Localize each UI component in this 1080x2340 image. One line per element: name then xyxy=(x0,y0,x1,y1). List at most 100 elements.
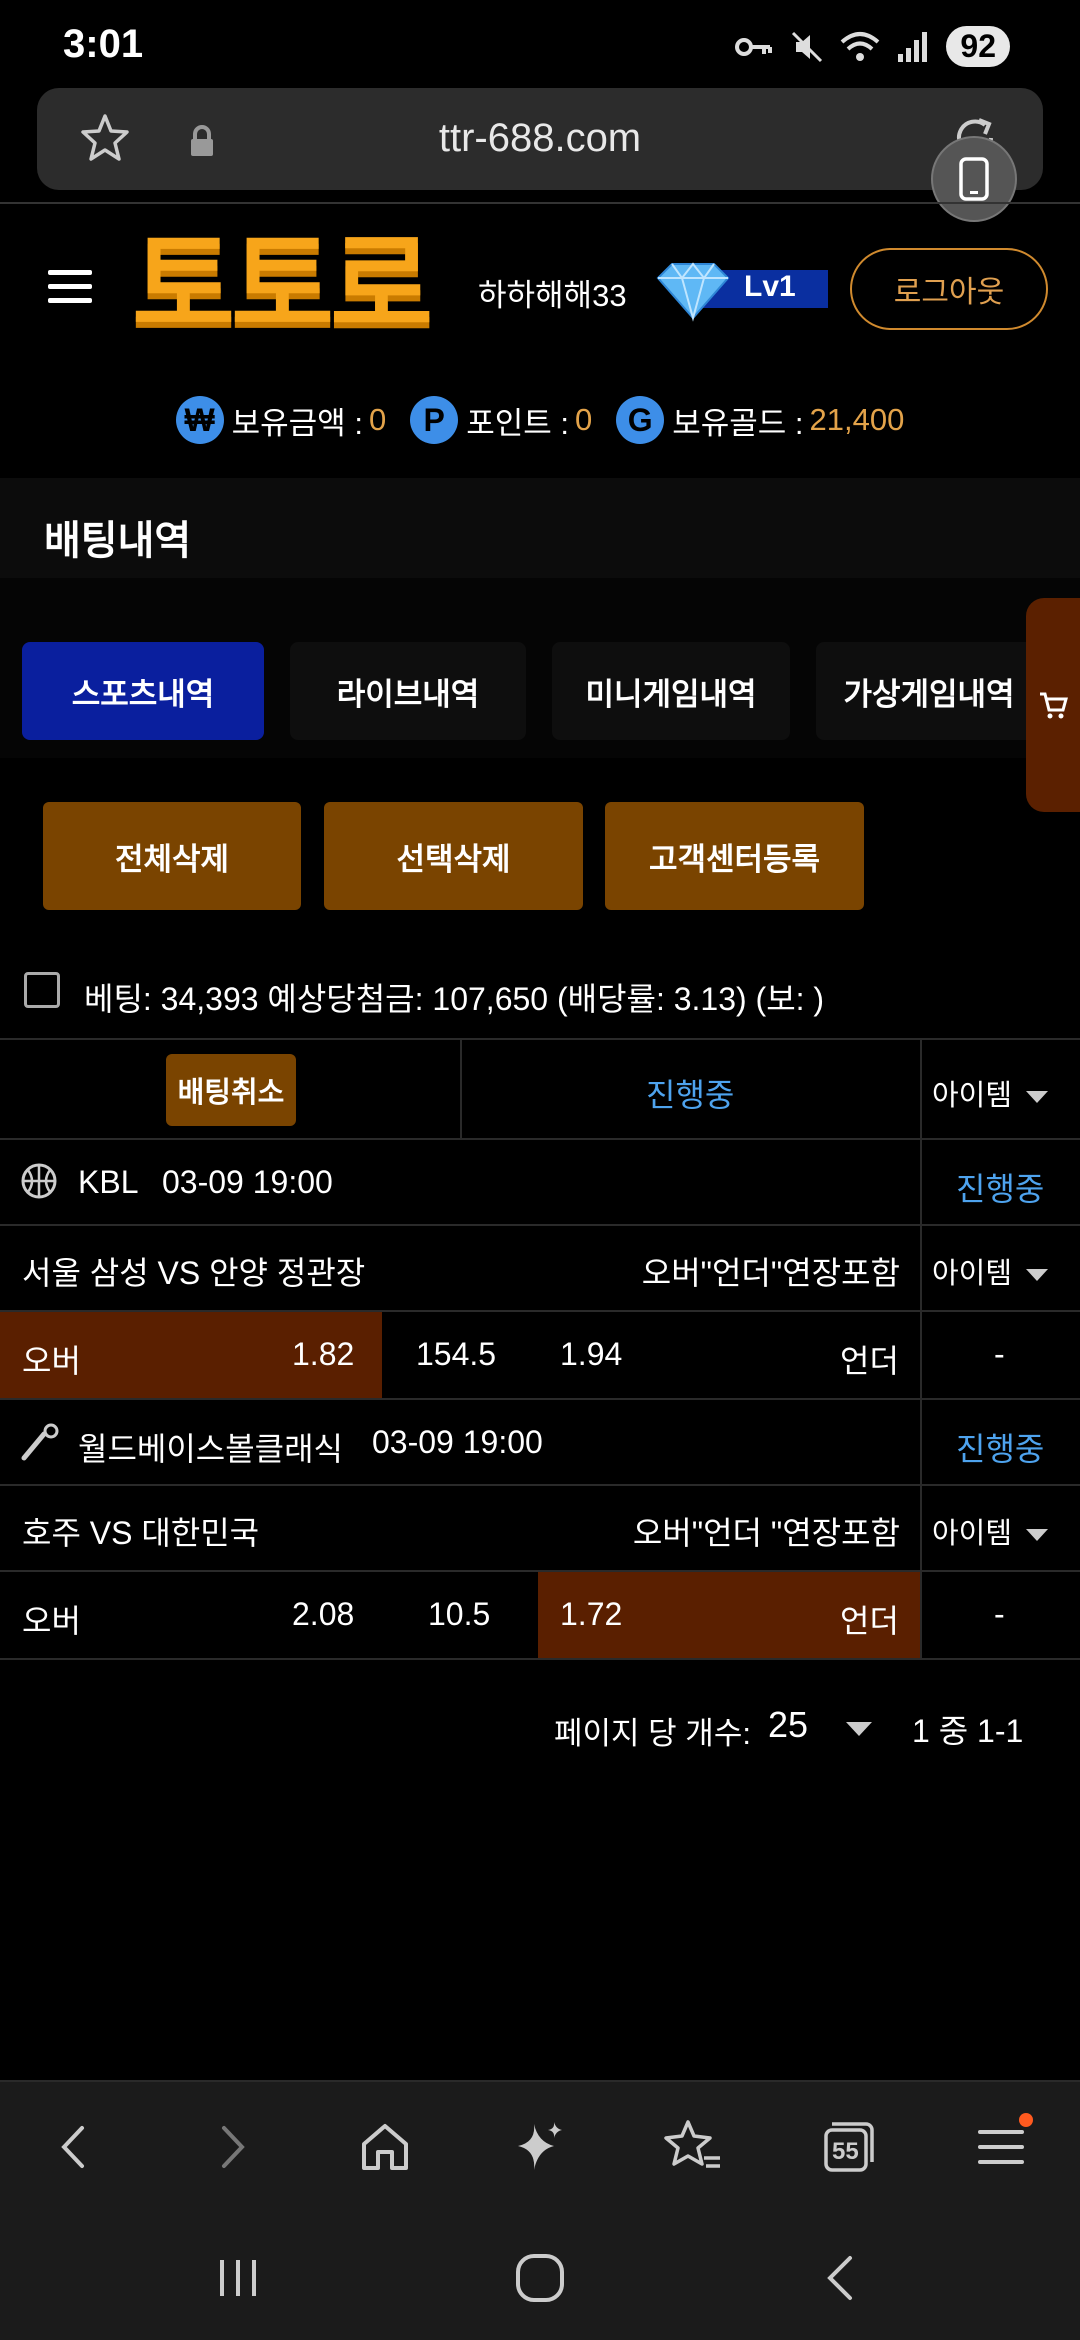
column-divider xyxy=(920,1400,922,1484)
page-range: 1 중 1-1 xyxy=(912,1713,1024,1749)
column-divider xyxy=(920,1486,922,1570)
over-label: 오버 xyxy=(22,1603,81,1639)
point-icon: P xyxy=(410,396,459,444)
bet-summary-row: 베팅: 34,393 예상당첨금: 107,650 (배당률: 3.13) (보… xyxy=(0,952,1080,1038)
status-bar: 3:01 92 xyxy=(0,0,1080,88)
item-dropdown[interactable]: 아이템 xyxy=(932,1510,1049,1552)
balance-value: 0 xyxy=(574,402,593,437)
balance-label: 보유골드 : xyxy=(672,405,804,441)
diamond-icon xyxy=(656,262,730,322)
system-back-icon[interactable] xyxy=(812,2248,872,2308)
address-bar[interactable]: ttr-688.com xyxy=(37,88,1043,190)
select-checkbox[interactable] xyxy=(24,972,60,1008)
line-value: 10.5 xyxy=(428,1596,491,1632)
result-value: - xyxy=(994,1596,1005,1632)
browser-toolbar: 55 xyxy=(0,2080,1080,2210)
page-size-select[interactable]: 25 xyxy=(768,1704,808,1746)
market-type: 오버"언더"연장포함 xyxy=(641,1255,900,1291)
match-teams: 호주 VS 대한민국 xyxy=(22,1515,260,1551)
balance-value: 0 xyxy=(368,402,387,437)
system-nav-bar xyxy=(0,2210,1080,2340)
balance-value: 21,400 xyxy=(809,402,905,437)
balance-label: 포인트 : xyxy=(466,405,569,441)
tab-sports[interactable]: 스포츠내역 xyxy=(22,642,264,740)
mute-icon xyxy=(792,31,823,62)
match-teams-row: 호주 VS 대한민국 오버"언더 "연장포함 아이템 xyxy=(0,1484,1080,1570)
cart-icon xyxy=(1040,692,1068,719)
chevron-down-icon[interactable] xyxy=(846,1722,872,1736)
chevron-down-icon xyxy=(1026,1269,1049,1282)
match-league-row: 월드베이스볼클래식 03-09 19:00 진행중 xyxy=(0,1398,1080,1484)
site-logo[interactable]: 토토로 xyxy=(132,230,433,342)
chevron-down-icon xyxy=(1026,1529,1049,1542)
tab-live[interactable]: 라이브내역 xyxy=(290,642,526,740)
match-status: 진행중 xyxy=(956,1171,1045,1207)
level-text: Lv1 xyxy=(744,270,796,303)
menu-icon[interactable] xyxy=(48,270,92,304)
battery-indicator: 92 xyxy=(946,26,1010,67)
basketball-icon xyxy=(21,1163,57,1199)
gold-icon: G xyxy=(616,396,665,444)
divider xyxy=(0,202,1080,204)
delete-all-button[interactable]: 전체삭제 xyxy=(43,802,301,910)
tab-minigame[interactable]: 미니게임내역 xyxy=(552,642,790,740)
status-time: 3:01 xyxy=(63,22,144,66)
column-divider xyxy=(920,1040,922,1138)
match-odds-row: 오버 2.08 10.5 1.72 언더 - xyxy=(0,1570,1080,1660)
recent-apps-icon[interactable] xyxy=(208,2248,268,2308)
status-icons: 92 xyxy=(734,26,1010,67)
key-icon xyxy=(735,37,773,56)
page-size-label: 페이지 당 개수: xyxy=(554,1716,751,1751)
league-name: KBL xyxy=(78,1164,139,1200)
match-datetime: 03-09 19:00 xyxy=(372,1424,543,1460)
tab-virtual[interactable]: 가상게임내역 xyxy=(816,642,1042,740)
home-button-icon[interactable] xyxy=(510,2248,570,2308)
column-divider xyxy=(920,1140,922,1224)
home-icon[interactable] xyxy=(350,2112,420,2182)
chevron-down-icon xyxy=(1026,1091,1049,1104)
customer-center-button[interactable]: 고객센터등록 xyxy=(605,802,864,910)
cart-side-tab[interactable] xyxy=(1026,598,1080,812)
sparkle-icon[interactable] xyxy=(504,2112,574,2182)
menu-icon[interactable] xyxy=(966,2112,1036,2182)
status-header: 진행중 xyxy=(646,1077,735,1113)
tab-bar: 스포츠내역 라이브내역 미니게임내역 가상게임내역 xyxy=(0,578,1080,758)
phone-icon xyxy=(959,157,989,201)
under-label: 언더 xyxy=(840,1603,899,1639)
floating-phone-button[interactable] xyxy=(931,136,1017,222)
back-icon[interactable] xyxy=(40,2112,110,2182)
column-divider xyxy=(920,1312,922,1398)
level-badge: Lv1 xyxy=(648,258,828,322)
pagination: 페이지 당 개수: 25 1 중 1-1 xyxy=(0,1660,1080,1790)
balance-label: 보유금액 : xyxy=(231,405,363,441)
line-value: 154.5 xyxy=(416,1336,497,1372)
page-title: 배팅내역 xyxy=(44,519,192,563)
won-icon: ₩ xyxy=(175,396,224,444)
url-text[interactable]: ttr-688.com xyxy=(37,116,1043,161)
balance-cash: ₩ 보유금액 : 0 xyxy=(175,396,387,444)
balance-row: ₩ 보유금액 : 0 P 포인트 : 0 G 보유골드 : 21,400 xyxy=(0,394,1080,446)
delete-selected-button[interactable]: 선택삭제 xyxy=(324,802,583,910)
market-type: 오버"언더 "연장포함 xyxy=(632,1515,900,1551)
item-dropdown[interactable]: 아이템 xyxy=(932,1250,1049,1292)
page-title-bar: 배팅내역 xyxy=(0,478,1080,578)
table-header-row: 배팅취소 진행중 아이템 xyxy=(0,1038,1080,1138)
result-value: - xyxy=(994,1336,1005,1372)
tabs-button[interactable]: 55 xyxy=(812,2112,882,2182)
tab-count: 55 xyxy=(832,2138,859,2165)
match-datetime: 03-09 19:00 xyxy=(162,1164,333,1200)
item-dropdown[interactable]: 아이템 xyxy=(932,1072,1049,1114)
forward-icon[interactable] xyxy=(196,2112,266,2182)
league-name: 월드베이스볼클래식 xyxy=(78,1431,343,1467)
bookmarks-icon[interactable] xyxy=(658,2112,728,2182)
baseball-icon xyxy=(21,1423,59,1461)
over-odds: 1.82 xyxy=(292,1336,355,1372)
match-odds-row: 오버 1.82 154.5 1.94 언더 - xyxy=(0,1310,1080,1398)
logout-button[interactable]: 로그아웃 xyxy=(850,248,1048,330)
cancel-bet-button[interactable]: 배팅취소 xyxy=(166,1054,296,1126)
under-odds: 1.72 xyxy=(560,1596,623,1632)
match-status: 진행중 xyxy=(956,1431,1045,1467)
wifi-icon xyxy=(841,31,880,61)
column-divider xyxy=(920,1226,922,1310)
under-label: 언더 xyxy=(840,1343,899,1379)
